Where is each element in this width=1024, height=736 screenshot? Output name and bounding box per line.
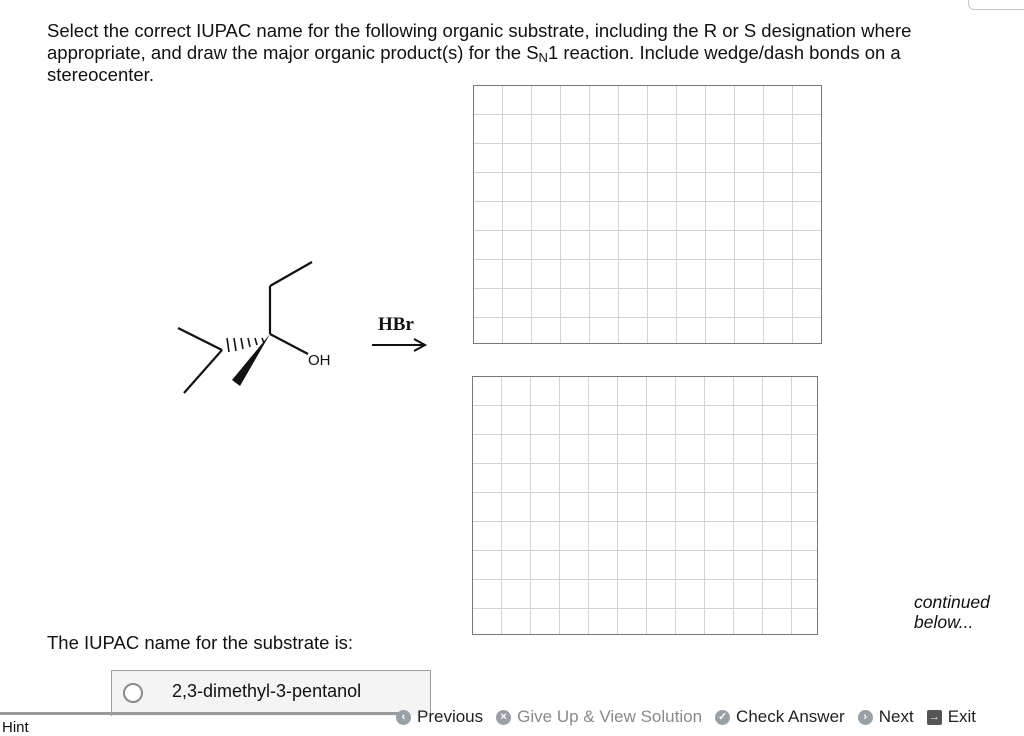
iupac-option-label: 2,3-dimethyl-3-pentanol xyxy=(172,681,362,701)
checkmark-icon: ✓ xyxy=(715,709,731,725)
give-up-button[interactable]: × Give Up & View Solution xyxy=(496,707,702,727)
reagent-label: HBr xyxy=(378,314,414,335)
reaction-arrow xyxy=(372,338,428,352)
next-button[interactable]: › Next xyxy=(857,707,914,727)
arrow-left-icon: ‹ xyxy=(396,709,411,725)
continued-note: continued below... xyxy=(914,592,990,632)
question-text: Select the correct IUPAC name for the fo… xyxy=(47,20,1007,86)
exit-door-icon: → xyxy=(926,709,942,725)
substrate-structure xyxy=(177,261,313,394)
navigation-bar: ‹ Previous × Give Up & View Solution ✓ C… xyxy=(396,706,1024,728)
bond-c2-methyl xyxy=(183,349,223,394)
bond-c2-c1 xyxy=(177,327,223,351)
bond-c3-oh xyxy=(269,333,309,355)
drawing-canvas-2[interactable] xyxy=(472,376,818,635)
drawing-canvas-1[interactable] xyxy=(473,85,822,344)
x-circle-icon: × xyxy=(496,709,512,725)
exit-label: Exit xyxy=(947,707,977,726)
arrow-right-icon: › xyxy=(857,709,873,725)
hydroxyl-label: OH xyxy=(308,352,331,369)
previous-button[interactable]: ‹ Previous xyxy=(396,707,483,727)
next-label: Next xyxy=(878,707,914,726)
previous-label: Previous xyxy=(417,707,484,726)
top-corner-tab xyxy=(968,0,1024,10)
hint-tab[interactable]: Hint xyxy=(0,712,400,736)
wedge-bond xyxy=(232,334,270,386)
give-up-label: Give Up & View Solution xyxy=(517,707,703,726)
question-subscript: N xyxy=(538,50,548,65)
radio-button[interactable] xyxy=(123,683,143,703)
bond-c4-c5 xyxy=(269,261,313,287)
hint-label: Hint xyxy=(2,719,29,736)
check-answer-button[interactable]: ✓ Check Answer xyxy=(715,707,845,727)
check-answer-label: Check Answer xyxy=(736,707,845,726)
iupac-prompt: The IUPAC name for the substrate is: xyxy=(47,632,354,653)
exit-button[interactable]: → Exit xyxy=(926,707,977,727)
iupac-option[interactable]: 2,3-dimethyl-3-pentanol xyxy=(111,670,431,716)
